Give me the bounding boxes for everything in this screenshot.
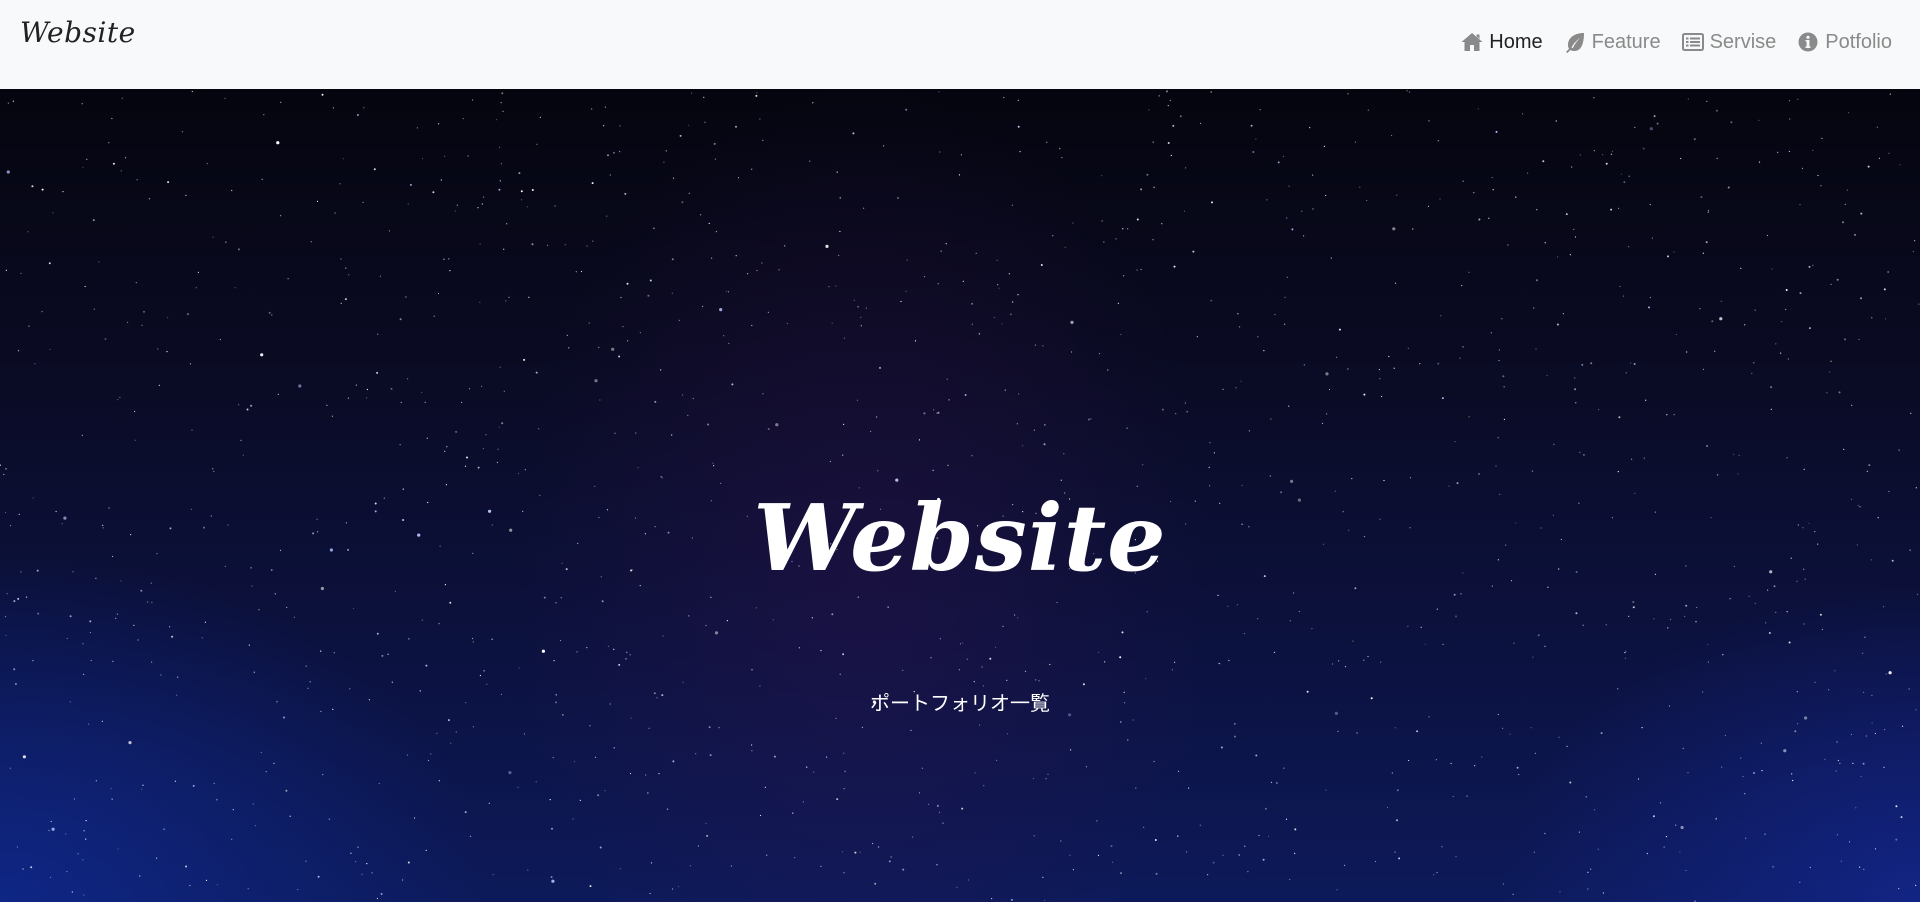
- nav-item-label: Home: [1489, 30, 1543, 53]
- nav-item-potfolio[interactable]: Potfolio: [1796, 30, 1892, 54]
- brand-logo[interactable]: Website: [20, 16, 136, 49]
- nav-menu: Home Feature Servise Potfolio: [1460, 30, 1892, 54]
- nav-item-servise[interactable]: Servise: [1681, 30, 1777, 54]
- navbar: Website Home Feature Servise Potfolio: [0, 0, 1920, 89]
- home-icon: [1460, 30, 1484, 54]
- leaf-icon: [1563, 30, 1587, 54]
- list-icon: [1681, 30, 1705, 54]
- nav-item-home[interactable]: Home: [1460, 30, 1543, 54]
- hero-title: Website: [753, 484, 1167, 592]
- hero-subtitle: ポートフォリオ一覧: [870, 691, 1050, 715]
- nav-item-feature[interactable]: Feature: [1563, 30, 1661, 54]
- info-circle-icon: [1796, 30, 1820, 54]
- nav-item-label: Servise: [1709, 30, 1777, 53]
- hero-section: Website ポートフォリオ一覧: [0, 89, 1920, 902]
- nav-item-label: Potfolio: [1825, 30, 1892, 53]
- nav-item-label: Feature: [1591, 30, 1661, 53]
